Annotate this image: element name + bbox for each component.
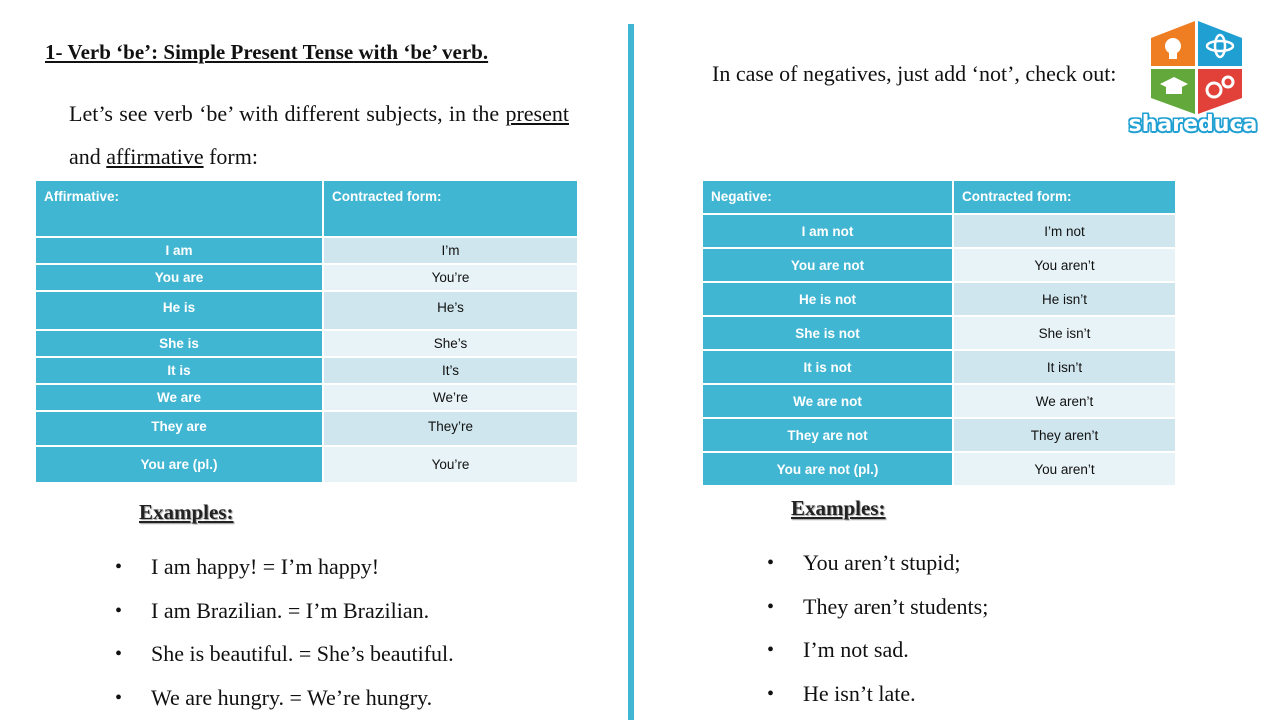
table-row: You are not (pl.)You aren’t — [702, 452, 1176, 486]
list-item: You aren’t stupid; — [767, 549, 988, 593]
table-row: We are notWe aren’t — [702, 384, 1176, 418]
contracted-cell: She isn’t — [953, 316, 1176, 350]
intro-present: present — [505, 101, 569, 126]
table-row: She is notShe isn’t — [702, 316, 1176, 350]
list-item: He isn’t late. — [767, 680, 988, 724]
contracted-header: Contracted form: — [953, 180, 1176, 214]
table-row: We areWe’re — [35, 384, 578, 411]
contracted-cell: You’re — [323, 446, 578, 483]
table-row: You are (pl.)You’re — [35, 446, 578, 483]
affirmative-cell: I am — [35, 237, 323, 264]
affirmative-cell: They are — [35, 411, 323, 446]
negative-header: Negative: — [702, 180, 953, 214]
lightbulb-icon — [1151, 21, 1195, 66]
table-row: You areYou’re — [35, 264, 578, 291]
contracted-cell: You aren’t — [953, 452, 1176, 486]
column-divider — [628, 24, 634, 720]
table-row: I amI’m — [35, 237, 578, 264]
page-heading: 1- Verb ‘be’: Simple Present Tense with … — [45, 40, 488, 65]
table-row: You are notYou aren’t — [702, 248, 1176, 282]
contracted-cell: I’m not — [953, 214, 1176, 248]
affirmative-cell: It is — [35, 357, 323, 384]
negative-cell: They are not — [702, 418, 953, 452]
negative-cell: We are not — [702, 384, 953, 418]
table-row: He is notHe isn’t — [702, 282, 1176, 316]
negative-cell: You are not — [702, 248, 953, 282]
list-item: She is beautiful. = She’s beautiful. — [115, 640, 454, 684]
contracted-cell: We’re — [323, 384, 578, 411]
negative-cell: It is not — [702, 350, 953, 384]
contracted-cell: They’re — [323, 411, 578, 446]
intro-and: and — [69, 144, 106, 169]
examples-title-right: Examples: — [791, 496, 886, 521]
contracted-cell: He’s — [323, 291, 578, 330]
affirmative-cell: We are — [35, 384, 323, 411]
list-item: They aren’t students; — [767, 593, 988, 637]
table-row: It is notIt isn’t — [702, 350, 1176, 384]
contracted-cell: You aren’t — [953, 248, 1176, 282]
gears-icon — [1198, 69, 1242, 114]
negative-intro-paragraph: In case of negatives, just add ‘not’, ch… — [712, 60, 1122, 88]
negative-cell: I am not — [702, 214, 953, 248]
intro-affirmative: affirmative — [106, 144, 203, 169]
contracted-cell: It isn’t — [953, 350, 1176, 384]
intro-text-1: Let’s see verb ‘be’ with different subje… — [69, 101, 505, 126]
table-row: They areThey’re — [35, 411, 578, 446]
negative-cell: She is not — [702, 316, 953, 350]
negative-cell: You are not (pl.) — [702, 452, 953, 486]
table-row: It isIt’s — [35, 357, 578, 384]
contracted-cell: They aren’t — [953, 418, 1176, 452]
examples-list-right: You aren’t stupid; They aren’t students;… — [767, 549, 988, 723]
negative-table: Negative: Contracted form: I am notI’m n… — [701, 179, 1177, 487]
negative-cell: He is not — [702, 282, 953, 316]
affirmative-cell: He is — [35, 291, 323, 330]
table-row: He isHe’s — [35, 291, 578, 330]
table-row: I am notI’m not — [702, 214, 1176, 248]
contracted-cell: I’m — [323, 237, 578, 264]
examples-list-left: I am happy! = I’m happy! I am Brazilian.… — [115, 553, 454, 727]
examples-title-left: Examples: — [139, 500, 234, 525]
affirmative-cell: You are — [35, 264, 323, 291]
contracted-cell: It’s — [323, 357, 578, 384]
list-item: I am Brazilian. = I’m Brazilian. — [115, 597, 454, 641]
list-item: We are hungry. = We’re hungry. — [115, 684, 454, 727]
contracted-header: Contracted form: — [323, 180, 578, 237]
list-item: I’m not sad. — [767, 636, 988, 680]
intro-text-2: form: — [204, 144, 258, 169]
affirmative-header: Affirmative: — [35, 180, 323, 237]
contracted-cell: We aren’t — [953, 384, 1176, 418]
table-row: She isShe’s — [35, 330, 578, 357]
logo-wordmark: shareduca — [1118, 112, 1268, 137]
atom-icon — [1198, 21, 1242, 66]
affirmative-table: Affirmative: Contracted form: I amI’m Yo… — [34, 179, 579, 484]
contracted-cell: You’re — [323, 264, 578, 291]
list-item: I am happy! = I’m happy! — [115, 553, 454, 597]
contracted-cell: She’s — [323, 330, 578, 357]
graduation-cap-icon — [1151, 69, 1195, 114]
table-row: They are notThey aren’t — [702, 418, 1176, 452]
affirmative-cell: She is — [35, 330, 323, 357]
affirmative-cell: You are (pl.) — [35, 446, 323, 483]
intro-paragraph: Let’s see verb ‘be’ with different subje… — [69, 92, 569, 178]
contracted-cell: He isn’t — [953, 282, 1176, 316]
